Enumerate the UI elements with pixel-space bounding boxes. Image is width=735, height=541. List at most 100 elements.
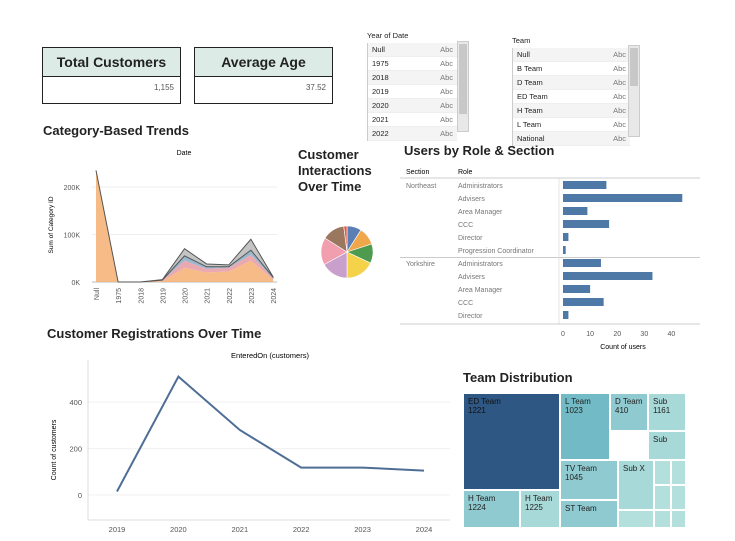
treemap-cell-label: ED Team	[468, 397, 501, 406]
team-filter-scroll-thumb[interactable]	[630, 48, 638, 86]
treemap-small-cell	[654, 460, 671, 485]
team-filter-option-type: Abc	[613, 78, 626, 87]
year-filter-option[interactable]: 2020 Abc	[368, 99, 457, 113]
registrations-xtick: 2022	[293, 525, 310, 534]
team-filter-option[interactable]: L Team Abc	[513, 118, 630, 132]
year-filter-option-label: Null	[372, 45, 385, 54]
team-filter-option-type: Abc	[613, 106, 626, 115]
team-filter-option-label: D Team	[517, 78, 543, 87]
year-filter-option-type: Abc	[440, 59, 453, 68]
team-filter-option-type: Abc	[613, 64, 626, 73]
team-filter[interactable]: Team Null Abc B Team Abc D Team Abc ED Team Abc…	[512, 36, 630, 146]
year-filter-option[interactable]: Null Abc	[368, 43, 457, 57]
treemap-cell: Sub	[648, 431, 686, 460]
category-trends-xtick: 2024	[271, 288, 278, 304]
year-filter-scrollbar[interactable]	[457, 41, 469, 132]
treemap-small-cell	[671, 460, 686, 485]
treemap-small-cell	[618, 510, 654, 528]
year-filter-option[interactable]: 2018 Abc	[368, 71, 457, 85]
team-filter-title: Team	[512, 36, 531, 45]
year-filter-list[interactable]: Null Abc 1975 Abc 2018 Abc 2019 Abc 2020 Abc 2021 A…	[367, 43, 457, 141]
users-role-bar	[563, 298, 604, 306]
year-filter[interactable]: Year of Date Null Abc 1975 Abc 2018 Abc 2019 Ab…	[367, 31, 457, 141]
category-trends-xtick: Null	[94, 288, 101, 301]
users-role-bar	[563, 259, 601, 267]
team-filter-scrollbar[interactable]	[628, 45, 640, 137]
users-role-role-header: Role	[458, 169, 473, 176]
year-filter-option-type: Abc	[440, 45, 453, 54]
year-filter-option[interactable]: 1975 Abc	[368, 57, 457, 71]
average-age-value: 37.52	[305, 83, 326, 92]
users-role-role-label: CCC	[458, 222, 473, 229]
users-role-role-label: CCC	[458, 300, 473, 307]
team-filter-option-type: Abc	[613, 120, 626, 129]
team-filter-option-type: Abc	[613, 92, 626, 101]
treemap-cell-value: 1161	[653, 406, 671, 415]
treemap-small-cell	[654, 510, 671, 528]
category-trends-xtick: 2023	[249, 288, 256, 304]
year-filter-scroll-thumb[interactable]	[459, 44, 467, 114]
users-role-bar	[563, 246, 566, 254]
treemap-cell-value: 1045	[565, 473, 583, 482]
category-trends-xtick: 2018	[138, 288, 145, 304]
team-filter-list[interactable]: Null Abc B Team Abc D Team Abc ED Team Abc H Tea…	[512, 48, 630, 146]
registrations-line	[116, 375, 425, 492]
team-filter-option[interactable]: ED Team Abc	[513, 90, 630, 104]
category-trends-xtick: 1975	[116, 288, 123, 304]
category-trends-xtick: 2022	[227, 288, 234, 304]
year-filter-option-label: 2019	[372, 87, 389, 96]
team-filter-option[interactable]: Null Abc	[513, 48, 630, 62]
treemap-small-cell	[671, 485, 686, 510]
year-filter-option[interactable]: 2022 Abc	[368, 127, 457, 141]
registrations-ytick: 200	[69, 445, 82, 454]
registrations-xtick: 2024	[416, 525, 433, 534]
users-role-bar	[563, 285, 591, 293]
treemap-cell-label: H Team	[468, 494, 496, 503]
users-role-section-label: Northeast	[406, 183, 436, 190]
team-filter-option[interactable]: H Team Abc	[513, 104, 630, 118]
users-role-xtick: 0	[561, 331, 565, 338]
team-filter-option-type: Abc	[613, 134, 626, 143]
team-filter-option-label: B Team	[517, 64, 543, 73]
team-filter-option-label: H Team	[517, 106, 543, 115]
registrations-subtitle: EnteredOn (customers)	[231, 351, 309, 360]
category-trends-ytick: 200K	[64, 185, 81, 192]
treemap-cell-label: ST Team	[565, 504, 597, 513]
year-filter-option-type: Abc	[440, 115, 453, 124]
users-role-xtick: 40	[668, 331, 676, 338]
team-filter-option-label: L Team	[517, 120, 542, 129]
category-trends-xtick: 2020	[183, 288, 190, 304]
year-filter-option[interactable]: 2019 Abc	[368, 85, 457, 99]
team-treemap: ED Team 1221 L Team 1023 D Team 410 Sub 1161 Sub…	[463, 393, 686, 528]
users-role-bar	[563, 181, 607, 189]
users-role-role-label: Area Manager	[458, 209, 503, 216]
registrations-ytick: 0	[78, 491, 82, 500]
treemap-cell: ST Team	[560, 500, 618, 528]
team-filter-option-label: Null	[517, 50, 530, 59]
treemap-cell-value: 1224	[468, 503, 486, 512]
users-role-bar	[563, 207, 588, 215]
users-role-role-label: Area Manager	[458, 287, 503, 294]
team-filter-option-label: ED Team	[517, 92, 548, 101]
treemap-cell: Sub 1161	[648, 393, 686, 431]
users-role-xtick: 10	[586, 331, 594, 338]
users-role-role-label: Advisers	[458, 274, 485, 281]
team-filter-option[interactable]: B Team Abc	[513, 62, 630, 76]
treemap-small-cell	[654, 485, 671, 510]
year-filter-option[interactable]: 2021 Abc	[368, 113, 457, 127]
total-customers-card: Total Customers 1,155	[42, 47, 181, 104]
registrations-ylabel: Count of customers	[51, 419, 58, 480]
users-role-bar	[563, 272, 653, 280]
year-filter-option-type: Abc	[440, 73, 453, 82]
treemap-cell: L Team 1023	[560, 393, 610, 460]
year-filter-option-type: Abc	[440, 101, 453, 110]
year-filter-option-label: 2022	[372, 129, 389, 138]
users-role-section-label: Yorkshire	[406, 261, 435, 268]
year-filter-option-type: Abc	[440, 87, 453, 96]
interactions-title: Customer Interactions Over Time	[298, 147, 372, 194]
team-filter-option[interactable]: D Team Abc	[513, 76, 630, 90]
users-role-xtick: 20	[613, 331, 621, 338]
users-role-role-label: Administrators	[458, 261, 503, 268]
team-distribution-title: Team Distribution	[463, 370, 573, 385]
registrations-xtick: 2020	[170, 525, 187, 534]
